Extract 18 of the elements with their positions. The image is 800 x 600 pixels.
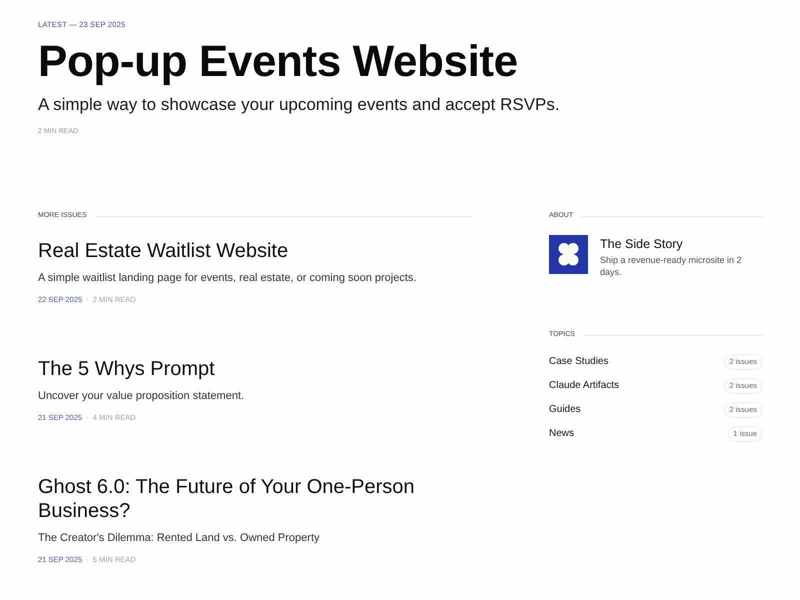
clover-logo-icon	[549, 235, 588, 274]
post-title-link[interactable]: Real Estate Waitlist Website	[38, 239, 288, 263]
site-description: Ship a revenue-ready microsite in 2 days.	[600, 254, 743, 278]
meta-separator: ·	[86, 413, 89, 423]
topic-link[interactable]: Claude Artifacts	[549, 379, 620, 393]
topic-link[interactable]: News	[549, 427, 574, 441]
meta-separator: ·	[86, 295, 89, 305]
site-name: The Side Story	[600, 236, 684, 252]
post-title-link[interactable]: The 5 Whys Prompt	[38, 357, 215, 381]
featured-post-title[interactable]: Pop-up Events Website	[38, 37, 518, 87]
topic-link[interactable]: Case Studies	[549, 355, 608, 369]
post-excerpt: The Creator's Dilemma: Rented Land vs. Owned Property	[38, 531, 320, 546]
featured-post-subtitle: A simple way to showcase your upcoming events and accept RSVPs.	[38, 94, 560, 116]
post-excerpt: Uncover your value proposition statement.	[38, 389, 244, 404]
post-title-link[interactable]: Ghost 6.0: The Future of Your One-Person Business?	[38, 475, 458, 523]
topic-link[interactable]: Guides	[549, 403, 581, 417]
meta-separator: ·	[86, 555, 89, 565]
post-excerpt: A simple waitlist landing page for events, real estate, or coming soon projects.	[38, 271, 416, 286]
